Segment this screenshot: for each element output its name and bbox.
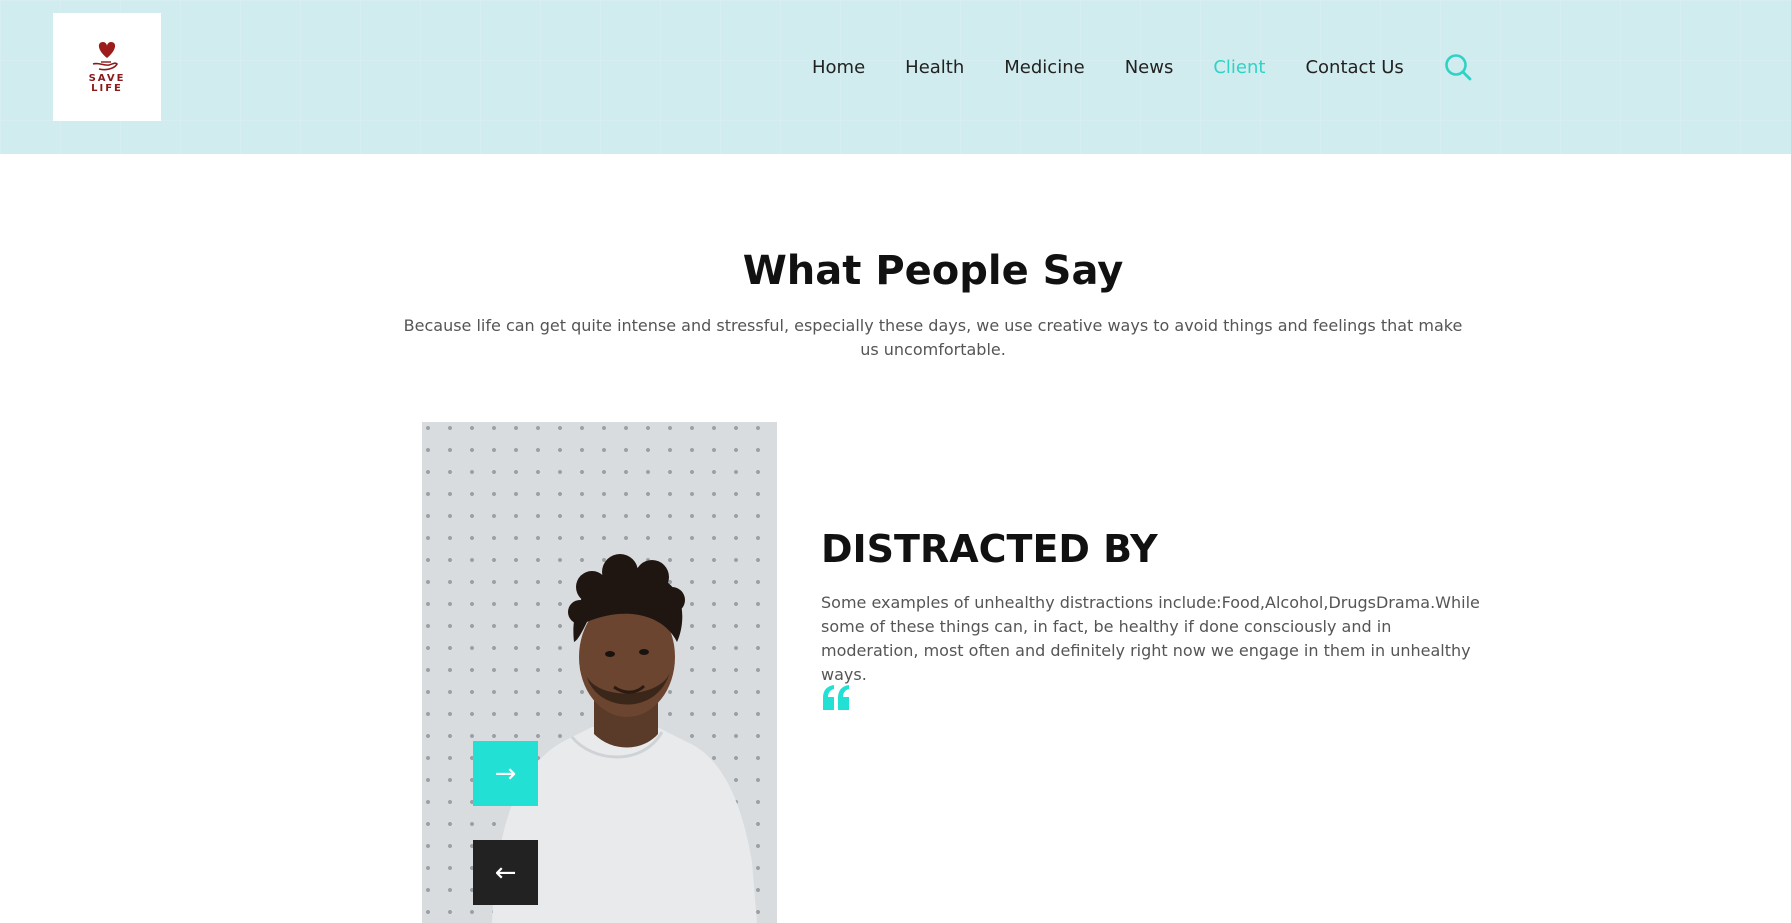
arrow-right-icon: →: [494, 758, 517, 789]
nav-item-client[interactable]: Client: [1213, 57, 1265, 78]
nav-item-health[interactable]: Health: [905, 57, 964, 78]
section-subtitle: Because life can get quite intense and s…: [403, 316, 1463, 359]
arrow-left-icon: ←: [494, 857, 517, 888]
site-logo[interactable]: SAVE LIFE: [53, 13, 161, 121]
next-arrow-button[interactable]: →: [473, 741, 538, 806]
search-icon: [1445, 54, 1472, 81]
search-button[interactable]: [1444, 53, 1472, 81]
nav-item-medicine[interactable]: Medicine: [1004, 57, 1084, 78]
testimonial-text: Some examples of unhealthy distractions …: [821, 593, 1480, 684]
heart-hand-icon: [92, 42, 118, 71]
prev-arrow-button[interactable]: ←: [473, 840, 538, 905]
section-title: What People Say: [742, 248, 1124, 294]
testimonial-title: DISTRACTED BY: [821, 527, 1158, 571]
nav-item-contact-us[interactable]: Contact Us: [1305, 57, 1403, 78]
site-header: SAVE LIFE Home Health Medicine News Clie…: [0, 0, 1791, 154]
main-nav: Home Health Medicine News Client Contact…: [812, 52, 1444, 82]
quote-icon: [823, 685, 849, 710]
nav-item-news[interactable]: News: [1125, 57, 1174, 78]
nav-item-home[interactable]: Home: [812, 57, 865, 78]
logo-line-2: LIFE: [91, 83, 123, 94]
